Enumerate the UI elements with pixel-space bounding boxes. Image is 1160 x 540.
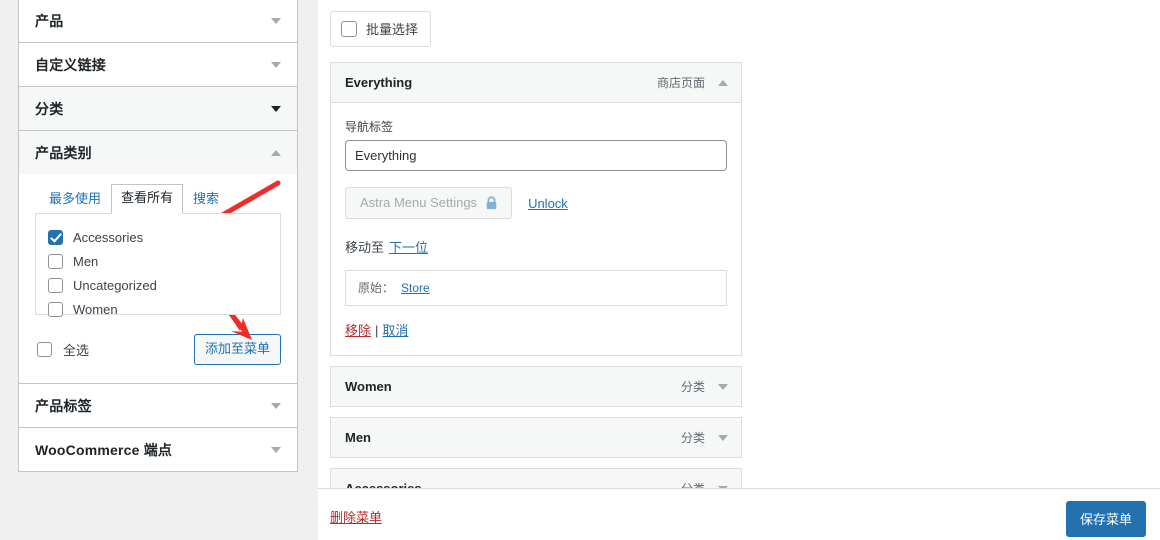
chevron-down-icon bbox=[271, 402, 281, 409]
list-item-label: Men bbox=[73, 254, 99, 270]
chevron-down-icon bbox=[271, 446, 281, 453]
checkbox-women[interactable] bbox=[48, 302, 63, 318]
move-label: 移动至 bbox=[345, 240, 385, 255]
page-root: 产品 自定义链接 分类 产品类别 最多使用 查看所有 搜索 Accessorie… bbox=[0, 0, 1160, 540]
list-item-label: Uncategorized bbox=[73, 278, 157, 294]
chevron-down-icon bbox=[271, 17, 281, 24]
accordion-title: 产品标签 bbox=[35, 397, 92, 414]
checkbox-accessories[interactable] bbox=[48, 230, 63, 246]
menu-item-title: Everything bbox=[345, 75, 413, 90]
accordion-panel-custom-links: 自定义链接 bbox=[19, 43, 297, 87]
accordion-title: 产品类别 bbox=[35, 144, 92, 161]
accordion-panel-woocommerce-endpoints: WooCommerce 端点 bbox=[19, 428, 297, 472]
menu-item-settings: 导航标签 Astra Menu Settings bbox=[331, 102, 741, 355]
lock-icon bbox=[485, 195, 498, 210]
menu-item-header[interactable]: Women 分类 bbox=[331, 367, 741, 406]
list-item[interactable]: Uncategorized bbox=[48, 274, 270, 298]
cancel-link[interactable]: 取消 bbox=[382, 323, 408, 338]
astra-menu-settings-label: Astra Menu Settings bbox=[360, 195, 478, 210]
original-label: 原始： bbox=[358, 281, 395, 295]
menu-item-header[interactable]: Everything 商店页面 bbox=[331, 63, 741, 102]
accordion-title: 自定义链接 bbox=[35, 56, 106, 73]
list-item[interactable]: Women bbox=[48, 298, 270, 322]
menu-item-title: Men bbox=[345, 430, 371, 445]
menu-item-type-sidebar: 产品 自定义链接 分类 产品类别 最多使用 查看所有 搜索 Accessorie… bbox=[18, 0, 298, 473]
menu-footer-bar: 删除菜单 保存菜单 bbox=[318, 488, 1160, 540]
nav-label-field-label: 导航标签 bbox=[345, 120, 394, 134]
accordion-title: WooCommerce 端点 bbox=[35, 441, 173, 458]
accordion-panel-products: 产品 bbox=[19, 0, 297, 43]
checklist-footer: 全选 添加至菜单 bbox=[35, 333, 281, 366]
nav-label-input[interactable] bbox=[345, 140, 727, 171]
checkbox-men[interactable] bbox=[48, 254, 63, 270]
menu-item-type-label: 分类 bbox=[681, 480, 705, 488]
menu-item-header[interactable]: Men 分类 bbox=[331, 418, 741, 457]
accordion-panel-categories: 分类 bbox=[19, 87, 297, 131]
menu-item-everything: Everything 商店页面 导航标签 Astra Menu Settings bbox=[330, 62, 742, 356]
save-menu-button[interactable]: 保存菜单 bbox=[1065, 501, 1146, 537]
accordion-header-woocommerce-endpoints[interactable]: WooCommerce 端点 bbox=[19, 428, 297, 472]
chevron-up-icon[interactable] bbox=[718, 79, 728, 86]
menu-item-title: Women bbox=[345, 379, 392, 394]
chevron-down-icon bbox=[271, 105, 281, 112]
menu-item-accessories: Accessories 分类 bbox=[330, 468, 742, 488]
tab-view-all[interactable]: 查看所有 bbox=[111, 184, 184, 214]
accordion-panel-product-tags: 产品标签 bbox=[19, 384, 297, 429]
accordion-header-product-tags[interactable]: 产品标签 bbox=[19, 384, 297, 428]
move-down-link[interactable]: 下一位 bbox=[389, 240, 428, 255]
remove-link[interactable]: 移除 bbox=[345, 323, 371, 338]
list-item-label: Women bbox=[73, 302, 118, 318]
select-all-label: 全选 bbox=[63, 342, 90, 358]
bulk-select-label: 批量选择 bbox=[366, 22, 419, 37]
list-item[interactable]: Accessories bbox=[48, 226, 270, 250]
select-all-row[interactable]: 全选 bbox=[37, 340, 89, 359]
accordion-title: 分类 bbox=[35, 100, 64, 117]
menu-item-title: Accessories bbox=[345, 481, 681, 488]
add-to-menu-button[interactable]: 添加至菜单 bbox=[193, 333, 281, 366]
menu-item-men: Men 分类 bbox=[330, 417, 742, 458]
chevron-down-icon[interactable] bbox=[718, 383, 728, 390]
chevron-down-icon bbox=[271, 61, 281, 68]
menu-items-list: Everything 商店页面 导航标签 Astra Menu Settings bbox=[330, 62, 742, 488]
chevron-up-icon bbox=[271, 149, 281, 156]
checkbox-select-all[interactable] bbox=[37, 341, 52, 357]
tab-search[interactable]: 搜索 bbox=[183, 185, 229, 214]
list-item-label: Accessories bbox=[73, 230, 144, 246]
product-category-tabs: 最多使用 查看所有 搜索 bbox=[35, 184, 281, 214]
remove-cancel-row: 移除 | 取消 bbox=[345, 320, 727, 339]
astra-menu-settings-button: Astra Menu Settings bbox=[345, 187, 513, 219]
tab-most-used[interactable]: 最多使用 bbox=[39, 185, 111, 214]
chevron-down-icon[interactable] bbox=[718, 434, 728, 441]
unlock-link[interactable]: Unlock bbox=[528, 196, 568, 211]
menu-item-header[interactable]: Accessories 分类 bbox=[331, 469, 741, 488]
menu-item-type-label: 分类 bbox=[680, 380, 705, 394]
menu-item-type-label: 商店页面 bbox=[656, 76, 705, 90]
accordion-header-categories[interactable]: 分类 bbox=[19, 87, 297, 130]
accordion-title: 产品 bbox=[35, 12, 64, 29]
bulk-select-toggle[interactable]: 批量选择 bbox=[330, 11, 432, 47]
product-category-checklist: Accessories Men Uncategorized Women bbox=[35, 212, 281, 318]
accordion-header-product-categories[interactable]: 产品类别 bbox=[19, 131, 297, 174]
menu-item-women: Women 分类 bbox=[330, 366, 742, 407]
accordion-header-products[interactable]: 产品 bbox=[19, 0, 297, 42]
original-link[interactable]: Store bbox=[401, 281, 430, 295]
original-row: 原始： Store bbox=[345, 270, 727, 306]
accordion-header-custom-links[interactable]: 自定义链接 bbox=[19, 43, 297, 86]
checkbox-uncategorized[interactable] bbox=[48, 278, 63, 294]
astra-settings-row: Astra Menu Settings Unlock bbox=[345, 187, 727, 219]
move-row: 移动至 下一位 bbox=[345, 237, 727, 256]
list-item[interactable]: Men bbox=[48, 250, 270, 274]
menu-structure-panel: 批量选择 Everything 商店页面 导航标签 Astra Menu Set… bbox=[318, 0, 1160, 488]
delete-menu-link[interactable]: 删除菜单 bbox=[330, 507, 382, 526]
product-categories-body: 最多使用 查看所有 搜索 Accessories Men Uncategoriz… bbox=[19, 174, 297, 384]
accordion-panel-product-categories: 产品类别 最多使用 查看所有 搜索 Accessories Men Uncate… bbox=[19, 131, 297, 385]
separator: | bbox=[375, 323, 379, 338]
menu-item-type-label: 分类 bbox=[680, 431, 705, 445]
checkbox-bulk-select[interactable] bbox=[341, 20, 357, 37]
